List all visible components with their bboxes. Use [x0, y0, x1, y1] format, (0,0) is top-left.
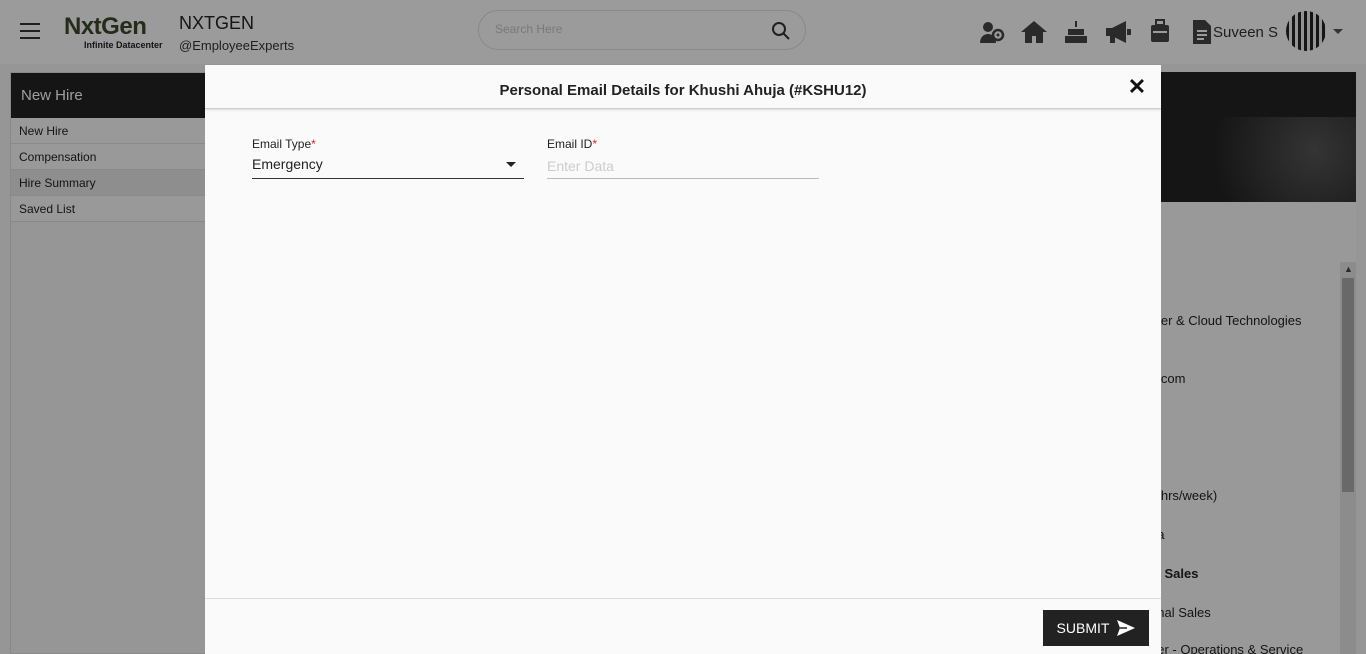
email-id-field[interactable]	[547, 153, 819, 179]
required-mark: *	[592, 137, 598, 151]
submit-button[interactable]: SUBMIT	[1043, 610, 1149, 646]
send-icon	[1117, 620, 1136, 636]
caret-down-icon[interactable]	[506, 162, 516, 167]
submit-button-label: SUBMIT	[1056, 620, 1110, 636]
modal-header: Personal Email Details for Khushi Ahuja …	[205, 65, 1161, 109]
email-type-select[interactable]: Emergency	[252, 153, 524, 179]
email-type-value: Emergency	[252, 156, 323, 172]
email-id-label: Email ID*	[547, 137, 597, 151]
email-id-label-text: Email ID	[547, 137, 593, 151]
email-details-modal: Personal Email Details for Khushi Ahuja …	[205, 65, 1161, 654]
email-type-label: Email Type*	[252, 137, 316, 151]
close-icon[interactable]: ✕	[1127, 76, 1147, 98]
modal-title: Personal Email Details for Khushi Ahuja …	[499, 82, 867, 99]
modal-footer: SUBMIT	[205, 598, 1161, 654]
required-mark: *	[311, 137, 316, 151]
email-type-label-text: Email Type	[252, 137, 312, 151]
